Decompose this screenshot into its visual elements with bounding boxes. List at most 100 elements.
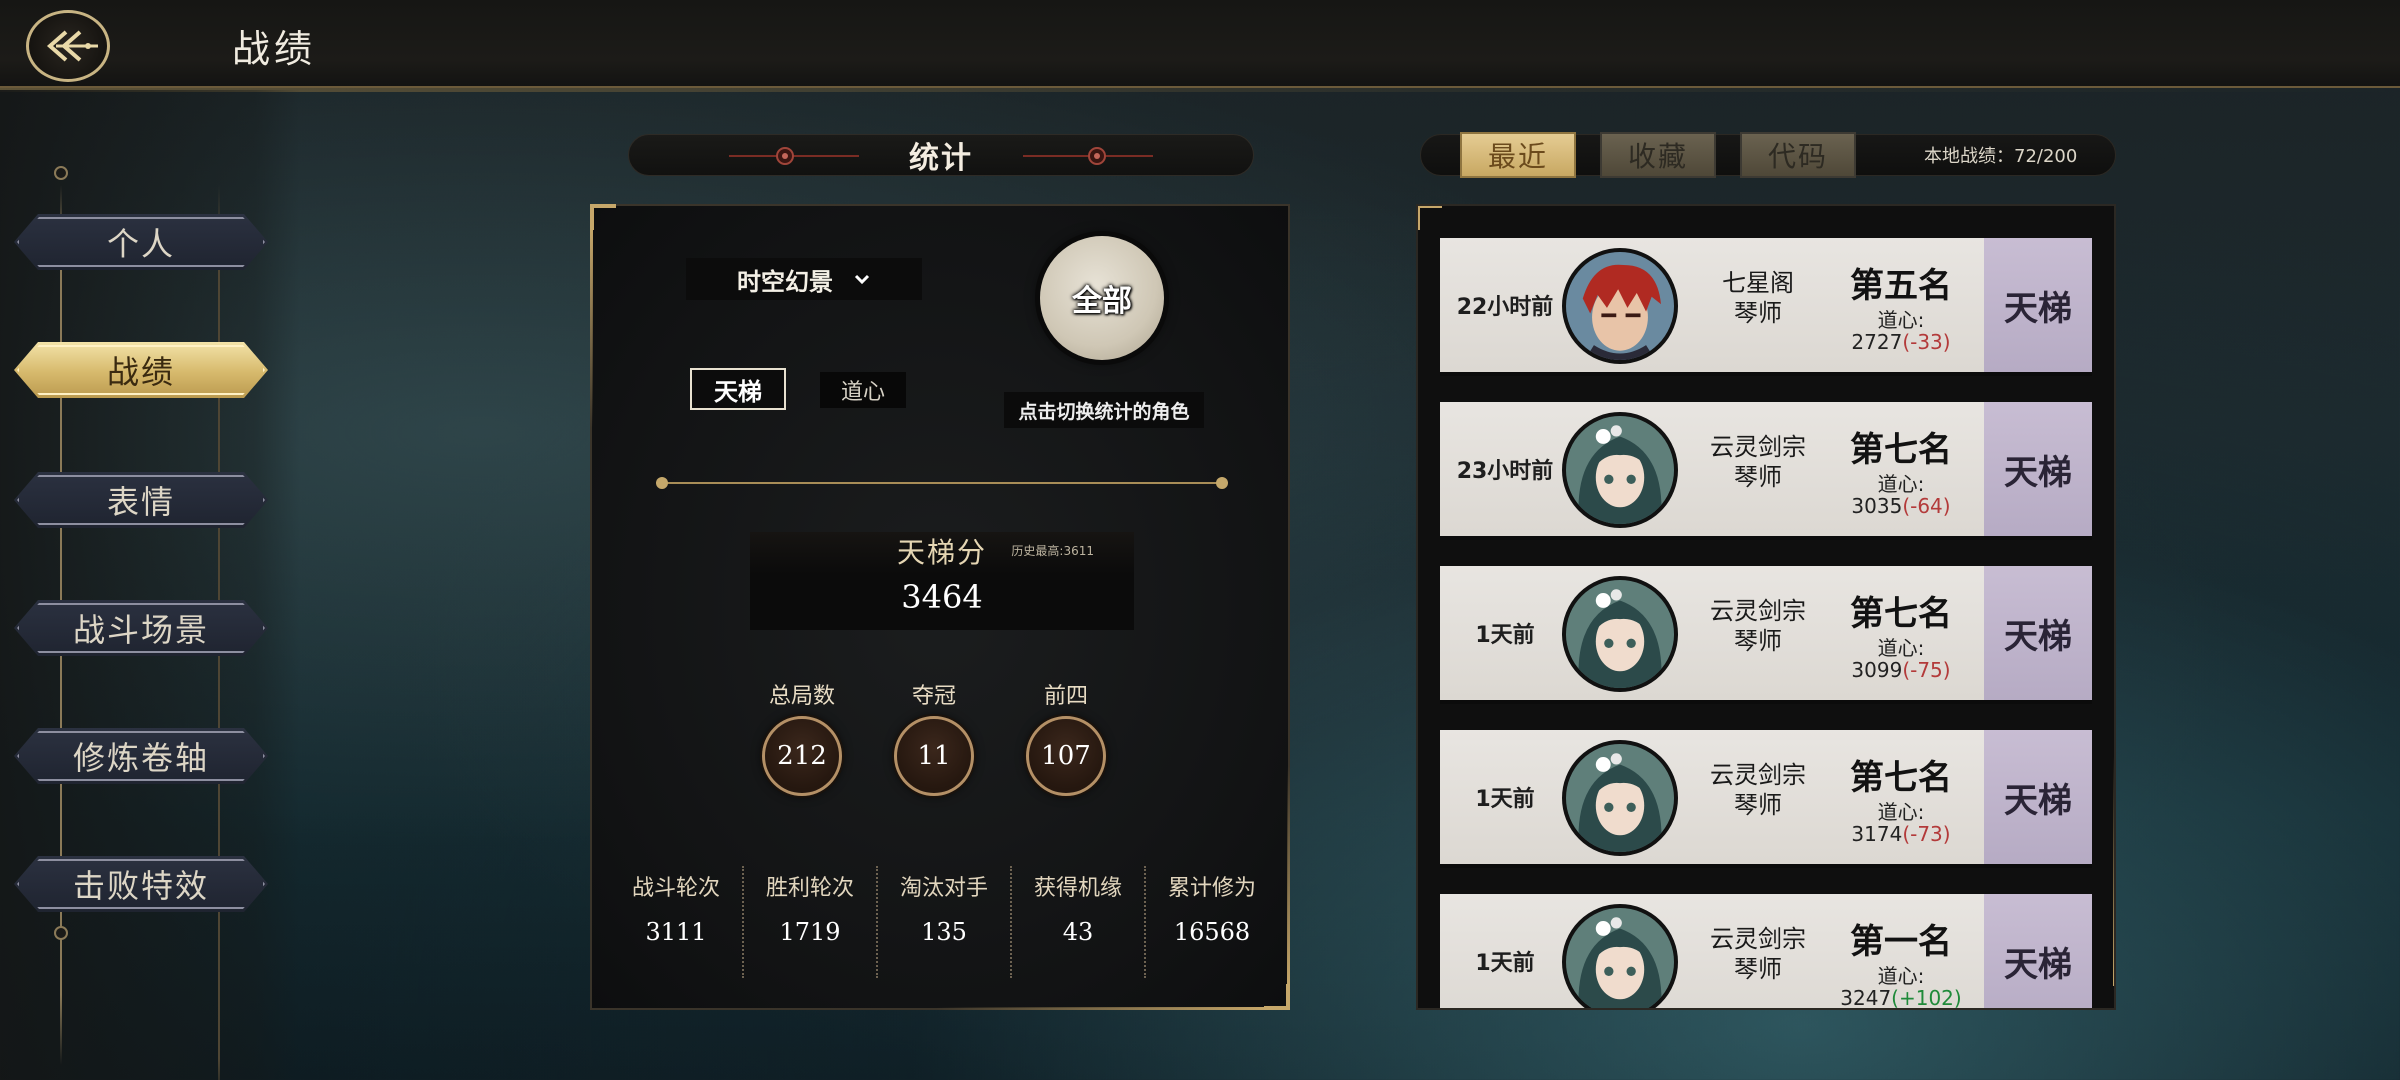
panel-edge (2113, 756, 2114, 986)
panel-edge (590, 228, 593, 428)
match-card-background: 22小时前 七星阁 琴师 第五名 道心: 2727(-33) 天梯 (1440, 238, 2092, 372)
match-mode-badge: 天梯 (1984, 566, 2092, 700)
match-card-background: 1天前 云灵剑宗 琴师 第一名 道心: 3247(+102) 天梯 (1440, 894, 2092, 1010)
tab-ladder[interactable]: 天梯 (690, 368, 786, 410)
stats-panel: 时空幻景 全部 点击切换统计的角色 天梯 道心 天梯分 历史最高:3611 34… (590, 204, 1290, 1010)
battle-rounds-stat: 战斗轮次 3111 (610, 866, 742, 978)
match-mode-badge: 天梯 (1984, 402, 2092, 536)
match-card-background: 1天前 云灵剑宗 琴师 第七名 道心: 3099(-75) 天梯 (1440, 566, 2092, 700)
tab-recent[interactable]: 最近 (1460, 132, 1576, 178)
faction-name: 云灵剑宗 (1710, 925, 1806, 953)
opportunity-stat: 获得机缘 43 (1012, 866, 1144, 978)
total-games-label: 总局数 (768, 684, 835, 709)
daoxin-delta: (+102) (1891, 986, 1962, 1010)
panel-corner (590, 204, 616, 230)
daoxin-delta: (-73) (1902, 822, 1951, 846)
top-four-label: 前四 (1043, 684, 1088, 709)
match-history-list[interactable]: 22小时前 七星阁 琴师 第五名 道心: 2727(-33) 天梯 23小时前 云… (1416, 204, 2116, 1010)
character-avatar (1562, 740, 1678, 856)
back-button[interactable] (26, 10, 110, 82)
mode-select[interactable]: 时空幻景 (686, 258, 922, 300)
page-title: 战绩 (232, 27, 317, 71)
stat-label: 战斗轮次 (631, 876, 720, 901)
stat-label: 获得机缘 (1033, 876, 1122, 901)
match-faction: 云灵剑宗 琴师 (1688, 924, 1828, 984)
top-bar: 战绩 (0, 0, 2400, 92)
stat-label: 胜利轮次 (765, 876, 854, 901)
match-row[interactable]: 1天前 云灵剑宗 琴师 第七名 道心: 3174(-73) 天梯 (1440, 730, 2092, 868)
stat-value: 3111 (645, 918, 707, 946)
sidebar-item-label: 表情 (106, 483, 175, 521)
daoxin-label: 道心: (1877, 472, 1925, 496)
daoxin-base: 3247 (1840, 986, 1892, 1010)
flower-ornament-icon (729, 147, 859, 165)
flower-ornament-icon (1023, 147, 1153, 165)
ladder-best-score: 历史最高:3611 (1011, 544, 1094, 558)
match-row[interactable]: 22小时前 七星阁 琴师 第五名 道心: 2727(-33) 天梯 (1440, 238, 2092, 376)
match-time: 1天前 (1475, 623, 1535, 648)
match-row[interactable]: 23小时前 云灵剑宗 琴师 第七名 道心: 3035(-64) 天梯 (1440, 402, 2092, 540)
sidebar-item-label: 修炼卷轴 (72, 739, 209, 777)
match-time: 1天前 (1475, 787, 1535, 812)
mode-select-value: 时空幻景 (737, 267, 833, 296)
character-class: 琴师 (1734, 627, 1782, 655)
panel-corner (1418, 206, 1442, 230)
ladder-score-box: 天梯分 历史最高:3611 3464 (750, 532, 1134, 630)
match-mode-badge: 天梯 (1984, 238, 2092, 372)
match-card-background: 23小时前 云灵剑宗 琴师 第七名 道心: 3035(-64) 天梯 (1440, 402, 2092, 536)
sidebar-item-emotes[interactable]: 表情 (14, 472, 268, 528)
panel-corner (1264, 984, 1290, 1010)
match-row[interactable]: 1天前 云灵剑宗 琴师 第一名 道心: 3247(+102) 天梯 (1440, 894, 2092, 1010)
daoxin-label: 道心: (1877, 636, 1925, 660)
tab-code[interactable]: 代码 (1740, 132, 1856, 178)
daoxin-label: 道心: (1877, 800, 1925, 824)
match-rank: 第一名 (1850, 922, 1952, 962)
back-arrow-icon (46, 30, 98, 62)
character-class: 琴师 (1734, 463, 1782, 491)
sidebar-item-scroll[interactable]: 修炼卷轴 (14, 728, 268, 784)
teal-hair-hero-portrait-icon (1566, 908, 1674, 1008)
character-avatar (1562, 576, 1678, 692)
tab-daoxin[interactable]: 道心 (820, 372, 906, 408)
match-rank: 第七名 (1850, 758, 1952, 798)
all-characters-button[interactable]: 全部 (1040, 236, 1164, 360)
red-hair-hero-portrait-icon (1566, 252, 1674, 360)
daoxin-delta: (-64) (1902, 494, 1951, 518)
daoxin-delta: (-75) (1902, 658, 1951, 682)
match-row[interactable]: 1天前 云灵剑宗 琴师 第七名 道心: 3099(-75) 天梯 (1440, 566, 2092, 704)
chevron-down-icon (854, 274, 870, 285)
daoxin-base: 3174 (1851, 822, 1903, 846)
faction-name: 云灵剑宗 (1710, 433, 1806, 461)
win-rounds-stat: 胜利轮次 1719 (744, 866, 876, 978)
character-class: 琴师 (1734, 791, 1782, 819)
match-faction: 云灵剑宗 琴师 (1688, 432, 1828, 492)
match-faction: 云灵剑宗 琴师 (1688, 596, 1828, 656)
daoxin-value: 3174(-73) (1836, 822, 1966, 846)
champion-value: 11 (894, 716, 974, 796)
faction-name: 七星阁 (1722, 269, 1794, 297)
sidebar-item-personal[interactable]: 个人 (14, 214, 268, 270)
champion-label: 夺冠 (911, 684, 956, 709)
total-games-value: 212 (762, 716, 842, 796)
sidebar-item-battle-scene[interactable]: 战斗场景 (14, 600, 268, 656)
teal-hair-hero-portrait-icon (1566, 580, 1674, 688)
match-mode-badge: 天梯 (1984, 730, 2092, 864)
character-avatar (1562, 412, 1678, 528)
tab-favorites[interactable]: 收藏 (1600, 132, 1716, 178)
stat-value: 43 (1062, 918, 1094, 946)
stat-value: 1719 (779, 918, 841, 946)
daoxin-base: 3035 (1851, 494, 1903, 518)
character-avatar (1562, 248, 1678, 364)
daoxin-delta: (-33) (1902, 330, 1951, 354)
sidebar-item-defeat-effect[interactable]: 击败特效 (14, 856, 268, 912)
stat-value: 135 (921, 918, 967, 946)
match-rank: 第七名 (1850, 594, 1952, 634)
sidebar-item-label: 击败特效 (72, 867, 209, 905)
match-card-background: 1天前 云灵剑宗 琴师 第七名 道心: 3174(-73) 天梯 (1440, 730, 2092, 864)
stats-title: 统计 (909, 141, 973, 176)
sidebar-item-record[interactable]: 战绩 (14, 342, 268, 398)
stats-header: 统计 (628, 134, 1254, 176)
character-avatar (1562, 904, 1678, 1008)
character-class: 琴师 (1734, 955, 1782, 983)
sidebar-item-label: 个人 (106, 225, 175, 263)
